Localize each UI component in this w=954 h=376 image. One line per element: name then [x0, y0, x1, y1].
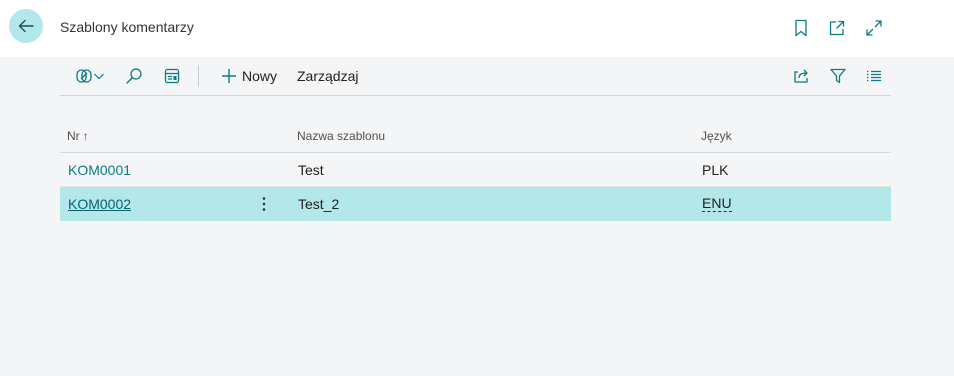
row-language-lookup[interactable]: ENU: [702, 196, 732, 212]
expand-button[interactable]: [864, 18, 884, 38]
row-nr-link[interactable]: KOM0002: [68, 196, 131, 212]
open-new-window-button[interactable]: [827, 18, 847, 38]
list-view-icon: [867, 70, 881, 82]
row-language: PLK: [702, 162, 729, 178]
manage-menu[interactable]: Zarządzaj: [297, 68, 358, 84]
row-nr-link[interactable]: KOM0001: [68, 162, 131, 178]
open-new-window-icon: [829, 20, 845, 36]
share-button[interactable]: [791, 66, 811, 86]
page-header: Szablony komentarzy: [0, 0, 954, 57]
grid-header: Nr ↑ Nazwa szablonu Język: [60, 120, 891, 153]
new-button[interactable]: Nowy: [218, 66, 280, 86]
column-header-language[interactable]: Język: [701, 129, 732, 143]
bookmark-icon: [795, 19, 807, 37]
filter-icon: [830, 68, 846, 84]
row-template-name: Test: [298, 162, 324, 178]
table-row[interactable]: KOM0001 Test PLK: [60, 153, 891, 187]
more-vertical-icon: [262, 197, 266, 211]
column-header-nr[interactable]: Nr ↑: [67, 129, 89, 143]
search-button[interactable]: [124, 66, 144, 86]
list-grid: Nr ↑ Nazwa szablonu Język KOM0001 Test PL…: [60, 120, 891, 221]
expand-icon: [866, 20, 882, 36]
share-icon: [794, 69, 808, 83]
list-view-button[interactable]: [864, 66, 884, 86]
bookmark-button[interactable]: [791, 18, 811, 38]
column-header-template-name[interactable]: Nazwa szablonu: [297, 129, 385, 143]
page-title: Szablony komentarzy: [60, 19, 194, 35]
table-row-selected[interactable]: KOM0002 Test_2 ENU: [60, 187, 891, 221]
back-button[interactable]: [9, 9, 43, 43]
column-header-nr-label: Nr: [67, 129, 80, 143]
new-button-label: Nowy: [241, 68, 277, 84]
views-button[interactable]: [72, 66, 108, 86]
sort-ascending-icon: ↑: [82, 129, 89, 143]
back-arrow-icon: [18, 19, 34, 33]
filter-button[interactable]: [828, 66, 848, 86]
edit-list-button[interactable]: [162, 66, 182, 86]
views-icon: [76, 69, 92, 83]
search-icon: [126, 68, 142, 84]
action-bar: Nowy Zarządzaj: [60, 57, 891, 96]
chevron-down-icon: [94, 73, 104, 80]
toolbar-separator: [198, 65, 199, 87]
plus-icon: [221, 69, 236, 83]
row-template-name: Test_2: [298, 196, 340, 212]
edit-list-icon: [164, 68, 180, 84]
row-actions-button[interactable]: [257, 194, 271, 214]
